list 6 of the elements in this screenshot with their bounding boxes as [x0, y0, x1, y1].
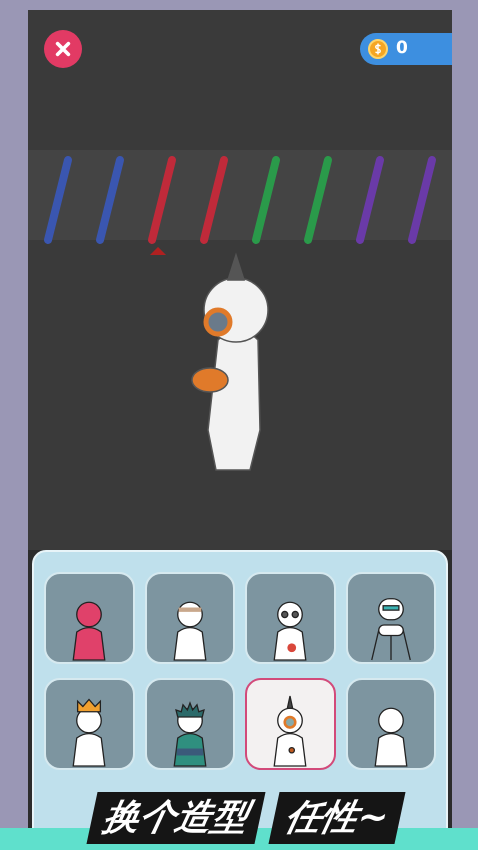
banner-caption: 换个造型 [86, 792, 266, 844]
banner-caption: 任性~ [268, 792, 406, 844]
coin-count: 0 [396, 37, 408, 60]
close-icon [54, 40, 72, 58]
skin-option[interactable] [245, 678, 336, 770]
coin-icon [368, 39, 388, 59]
